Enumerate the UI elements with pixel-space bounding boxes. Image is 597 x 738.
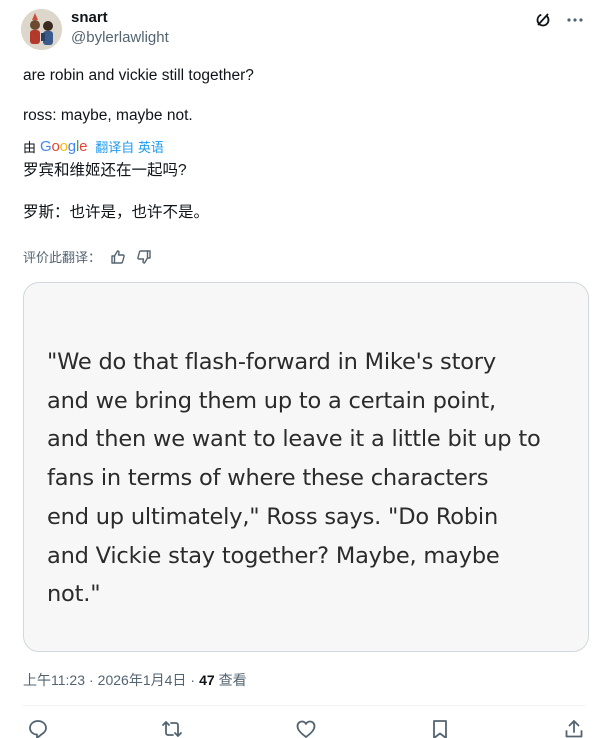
quote-line: "We do that flash-forward in Mike's stor…: [47, 349, 496, 375]
reply-icon[interactable]: [26, 718, 50, 738]
quote-line: and then we want to leave it a little bi…: [47, 426, 541, 453]
translated-text: 罗宾和维姬还在一起吗? 罗斯：也许是，也许不是。: [23, 161, 573, 223]
rate-translation-label: 评价此翻译：: [23, 250, 102, 265]
media-image[interactable]: "We do that flash-forward in Mike's stor…: [23, 282, 589, 652]
divider: [23, 705, 585, 706]
avatar-image: [21, 9, 62, 50]
google-letter: o: [51, 138, 60, 155]
user-handle[interactable]: @bylerlawlight: [71, 29, 169, 46]
google-logo: Google: [40, 138, 87, 155]
google-letter: g: [67, 138, 76, 155]
views-count: 47: [199, 672, 215, 688]
views-label: 查看: [218, 672, 247, 688]
translation-attribution: 由 Google 翻译自 英语: [23, 137, 164, 156]
translated-line: 罗宾和维姬还在一起吗?: [23, 162, 187, 179]
translated-by-label: 由: [23, 140, 37, 155]
rate-translation: 评价此翻译：: [23, 247, 153, 266]
google-letter: G: [40, 138, 52, 155]
tweet-line: are robin and vickie still together?: [23, 67, 254, 84]
tweet-meta: 上午11:23 · 2026年1月4日 · 47 查看: [23, 670, 247, 690]
tweet-time[interactable]: 上午11:23: [23, 670, 85, 690]
like-icon[interactable]: [294, 718, 318, 738]
user-name[interactable]: snart: [71, 9, 108, 26]
google-letter: o: [59, 138, 68, 155]
tweet-text: are robin and vickie still together? ros…: [23, 66, 573, 126]
quote-line: end up ultimately," Ross says. "Do Robin: [47, 503, 499, 530]
translated-line: 罗斯：也许是，也许不是。: [23, 204, 210, 221]
thumbs-up-icon[interactable]: [109, 248, 127, 266]
action-bar: [0, 718, 597, 738]
quote-line: not.": [47, 581, 101, 608]
meta-separator: ·: [190, 672, 196, 688]
quote-line: and we bring them up to a certain point,: [47, 387, 496, 414]
more-icon[interactable]: [565, 10, 585, 30]
tweet-date[interactable]: 2026年1月4日: [98, 670, 187, 690]
avatar[interactable]: [21, 9, 62, 50]
translate-source-link[interactable]: 翻译自 英语: [95, 137, 164, 156]
retweet-icon[interactable]: [160, 718, 184, 738]
tweet-line: ross: maybe, maybe not.: [23, 107, 193, 124]
google-letter: e: [79, 138, 88, 155]
bookmark-icon[interactable]: [428, 718, 452, 738]
quote-text: "We do that flash-forward in Mike's stor…: [47, 343, 577, 614]
quote-line: fans in terms of where these characters: [47, 465, 489, 492]
meta-separator: ·: [89, 672, 94, 688]
thumbs-down-icon[interactable]: [135, 248, 153, 266]
quote-line: and Vickie stay together? Maybe, maybe: [47, 542, 500, 569]
grok-icon[interactable]: [533, 10, 553, 30]
share-icon[interactable]: [562, 718, 586, 738]
tweet-top-actions: [533, 10, 585, 30]
